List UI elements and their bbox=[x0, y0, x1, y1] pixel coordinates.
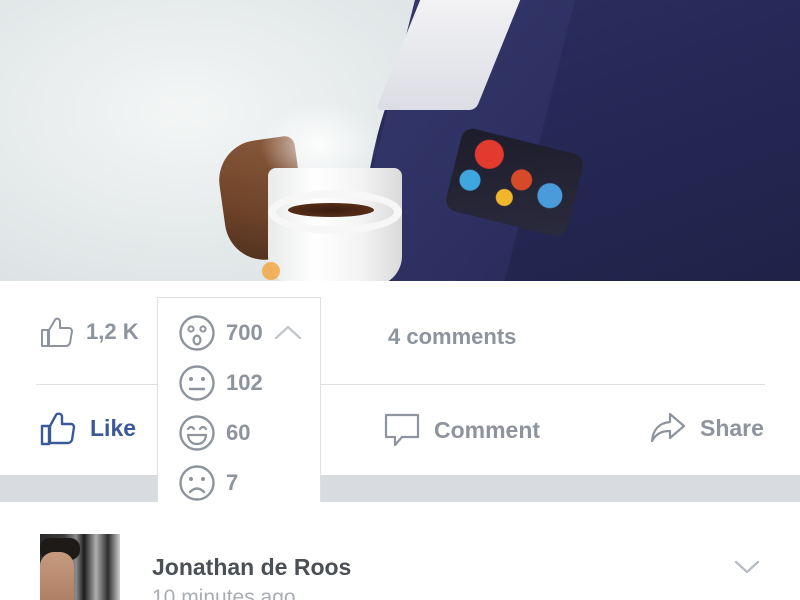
avatar[interactable] bbox=[40, 534, 120, 600]
laughing-face-icon bbox=[179, 415, 215, 451]
reaction-surprised[interactable]: 700 bbox=[178, 314, 263, 352]
sad-face-icon bbox=[179, 465, 215, 501]
neutral-face-icon bbox=[179, 365, 215, 401]
like-count[interactable]: 1,2 K bbox=[40, 315, 139, 349]
like-count-value: 1,2 K bbox=[86, 319, 139, 344]
post-timestamp[interactable]: 10 minutes ago bbox=[152, 586, 296, 600]
surprised-face-icon bbox=[179, 315, 215, 351]
photo-coffee bbox=[288, 203, 374, 217]
reaction-count: 7 bbox=[226, 470, 239, 495]
share-button[interactable]: Share bbox=[650, 410, 764, 446]
feed-separator bbox=[0, 475, 800, 502]
reactions-dropdown[interactable]: 700 102 60 7 bbox=[157, 297, 321, 510]
reaction-sad[interactable]: 7 bbox=[178, 464, 238, 502]
next-post-header bbox=[0, 502, 800, 600]
thumbs-up-outline-icon bbox=[41, 317, 73, 347]
reaction-laughing[interactable]: 60 bbox=[178, 414, 250, 452]
comment-bubble-icon bbox=[384, 413, 420, 447]
chevron-up-icon[interactable] bbox=[274, 322, 302, 342]
photo-glint bbox=[262, 262, 280, 280]
comment-button-label: Comment bbox=[434, 416, 541, 443]
like-button-label: Like bbox=[90, 414, 137, 441]
thumbs-up-icon bbox=[40, 412, 76, 446]
comments-count[interactable]: 4 comments bbox=[388, 324, 516, 350]
chevron-down-icon[interactable] bbox=[734, 558, 760, 576]
reaction-count: 102 bbox=[226, 370, 263, 395]
share-button-label: Share bbox=[700, 414, 764, 441]
author-name[interactable]: Jonathan de Roos bbox=[152, 554, 351, 581]
post-photo[interactable] bbox=[0, 0, 800, 281]
comment-button[interactable]: Comment bbox=[384, 412, 540, 448]
reaction-count: 60 bbox=[226, 420, 251, 445]
stats-divider bbox=[36, 384, 765, 385]
reaction-neutral[interactable]: 102 bbox=[178, 364, 263, 402]
like-button[interactable]: Like bbox=[40, 410, 136, 446]
avatar-face bbox=[40, 552, 74, 600]
share-arrow-icon bbox=[650, 412, 686, 443]
reaction-count: 700 bbox=[226, 320, 263, 345]
